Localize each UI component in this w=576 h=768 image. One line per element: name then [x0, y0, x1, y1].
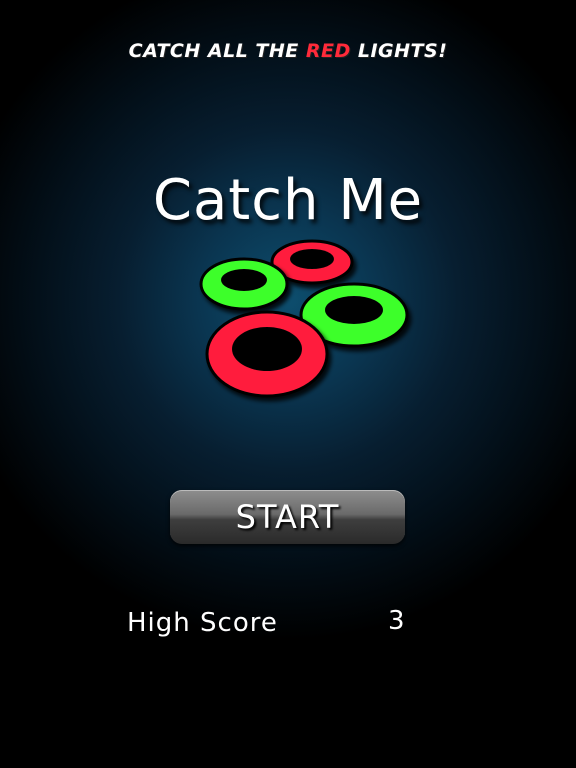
high-score-label: High Score — [127, 608, 278, 638]
high-score-value: 3 — [388, 606, 405, 636]
green-light-left — [199, 257, 289, 311]
start-button-label: START — [235, 498, 340, 536]
tagline-after: LIGHTS! — [350, 40, 448, 62]
game-title: Catch Me — [152, 168, 424, 233]
game-screen: CATCH ALL THE RED LIGHTS! Catch Me START… — [0, 0, 576, 768]
lights-logo — [199, 239, 409, 398]
tagline-highlight: RED — [305, 40, 351, 62]
start-button[interactable]: START — [170, 490, 405, 544]
tagline: CATCH ALL THE RED LIGHTS! — [0, 40, 576, 62]
tagline-before: CATCH ALL THE — [128, 40, 306, 62]
red-light-bottom — [205, 310, 329, 398]
